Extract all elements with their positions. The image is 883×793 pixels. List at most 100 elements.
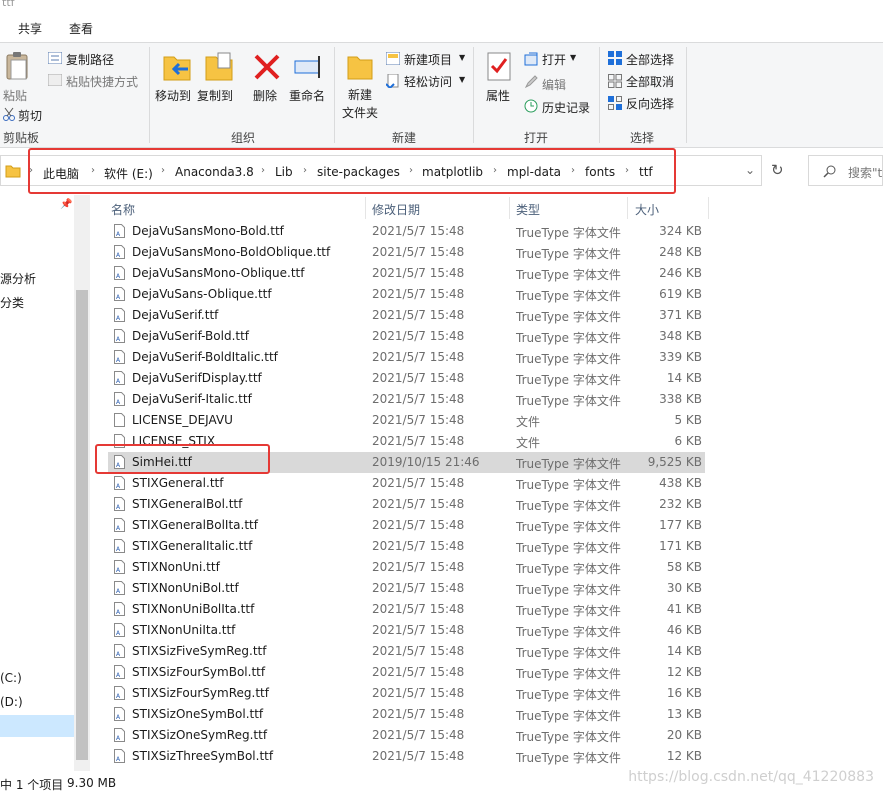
- table-row[interactable]: A DejaVuSerif-Italic.ttf 2021/5/7 15:48 Tru…: [108, 389, 705, 410]
- file-size-cell: 248 KB: [659, 245, 702, 259]
- copy-path-button[interactable]: 复制路径: [66, 51, 114, 68]
- nav-item-drive-d[interactable]: (D:): [0, 695, 23, 709]
- edit-button[interactable]: 编辑: [542, 76, 566, 93]
- new-folder-label-1[interactable]: 新建: [348, 86, 372, 103]
- copy-to-button[interactable]: 复制到: [197, 87, 233, 104]
- table-row[interactable]: A DejaVuSerif-BoldItalic.ttf 2021/5/7 15:4…: [108, 347, 705, 368]
- nav-item-drive-c[interactable]: (C:): [0, 671, 22, 685]
- file-name-cell: DejaVuSerif-BoldItalic.ttf: [132, 350, 278, 364]
- file-size-cell: 338 KB: [659, 392, 702, 406]
- column-divider[interactable]: [509, 197, 510, 219]
- history-button[interactable]: 历史记录: [542, 99, 590, 116]
- table-row[interactable]: A STIXSizOneSymReg.ttf 2021/5/7 15:48 TrueT…: [108, 725, 705, 746]
- column-divider[interactable]: [708, 197, 709, 219]
- column-header-date[interactable]: 修改日期: [372, 201, 420, 218]
- table-row[interactable]: A STIXSizFourSymBol.ttf 2021/5/7 15:48 True…: [108, 662, 705, 683]
- delete-button[interactable]: 删除: [253, 87, 277, 104]
- chevron-down-icon[interactable]: ⌄: [745, 163, 755, 177]
- new-folder-label-2[interactable]: 文件夹: [342, 104, 378, 121]
- file-date-cell: 2019/10/15 21:46: [372, 455, 480, 469]
- table-row[interactable]: A STIXNonUniBolIta.ttf 2021/5/7 15:48 TrueT…: [108, 599, 705, 620]
- nav-item-source-analysis[interactable]: 源分析: [0, 270, 36, 287]
- group-label-select: 选择: [630, 131, 655, 145]
- column-header-size[interactable]: 大小: [635, 201, 659, 218]
- table-row[interactable]: A STIXGeneralBolIta.ttf 2021/5/7 15:48 True…: [108, 515, 705, 536]
- edit-icon: [524, 75, 538, 89]
- tab-view[interactable]: 查看: [69, 20, 93, 37]
- file-size-cell: 339 KB: [659, 350, 702, 364]
- font-file-icon: A: [114, 707, 125, 721]
- table-row[interactable]: LICENSE_DEJAVU 2021/5/7 15:48 文件 5 KB: [108, 410, 705, 431]
- paste-button[interactable]: 粘贴: [3, 87, 27, 104]
- font-file-icon: A: [114, 665, 125, 679]
- status-selection-size: 9.30 MB: [67, 776, 117, 790]
- open-button[interactable]: 打开: [542, 51, 566, 68]
- chevron-down-icon[interactable]: ▼: [459, 75, 465, 84]
- table-row[interactable]: A STIXGeneralItalic.ttf 2021/5/7 15:48 True…: [108, 536, 705, 557]
- table-row[interactable]: A STIXNonUniIta.ttf 2021/5/7 15:48 TrueType…: [108, 620, 705, 641]
- chevron-down-icon[interactable]: ▼: [459, 53, 465, 62]
- file-name-cell: DejaVuSerif-Italic.ttf: [132, 392, 252, 406]
- table-row[interactable]: A STIXSizFiveSymReg.ttf 2021/5/7 15:48 True…: [108, 641, 705, 662]
- file-name-cell: DejaVuSansMono-Bold.ttf: [132, 224, 284, 238]
- invert-selection-button[interactable]: 反向选择: [626, 95, 674, 112]
- column-divider[interactable]: [365, 197, 366, 219]
- file-size-cell: 12 KB: [666, 749, 702, 763]
- rename-button[interactable]: 重命名: [289, 87, 325, 104]
- paste-shortcut-button[interactable]: 粘贴快捷方式: [66, 73, 138, 90]
- table-row[interactable]: A STIXSizFourSymReg.ttf 2021/5/7 15:48 True…: [108, 683, 705, 704]
- properties-button[interactable]: 属性: [486, 87, 510, 104]
- table-row[interactable]: A DejaVuSansMono-Oblique.ttf 2021/5/7 15:4…: [108, 263, 705, 284]
- ribbon-tabs: 共享 查看: [0, 14, 883, 42]
- address-bar[interactable]: › 此电脑 › 软件 (E:) › Anaconda3.8 › Lib › si…: [0, 148, 762, 194]
- file-type-cell: TrueType 字体文件: [516, 478, 621, 492]
- select-all-button[interactable]: 全部选择: [626, 51, 674, 68]
- nav-item-category[interactable]: 分类: [0, 294, 24, 311]
- file-type-cell: TrueType 字体文件: [516, 730, 621, 744]
- tab-share[interactable]: 共享: [18, 20, 42, 37]
- file-type-cell: TrueType 字体文件: [516, 289, 621, 303]
- table-row[interactable]: A DejaVuSans-Oblique.ttf 2021/5/7 15:48 Tru…: [108, 284, 705, 305]
- easy-access-button[interactable]: 轻松访问: [404, 73, 452, 90]
- search-box[interactable]: 搜索"t: [808, 155, 883, 186]
- table-row[interactable]: A DejaVuSerif.ttf 2021/5/7 15:48 TrueType 字…: [108, 305, 705, 326]
- column-divider[interactable]: [627, 197, 628, 219]
- nav-item-selected[interactable]: [0, 715, 74, 737]
- refresh-icon[interactable]: ↻: [771, 161, 784, 179]
- nav-scrollbar-thumb[interactable]: [76, 290, 88, 760]
- font-file-icon: A: [114, 266, 125, 280]
- column-header-type[interactable]: 类型: [516, 201, 540, 218]
- new-item-button[interactable]: 新建项目: [404, 51, 452, 68]
- file-date-cell: 2021/5/7 15:48: [372, 371, 465, 385]
- file-icon: [114, 413, 125, 427]
- paste-icon[interactable]: [4, 51, 30, 81]
- navigation-pane: 📌 源分析 分类 (C:) (D:): [0, 195, 92, 771]
- file-size-cell: 246 KB: [659, 266, 702, 280]
- table-row[interactable]: A STIXSizOneSymBol.ttf 2021/5/7 15:48 TrueT…: [108, 704, 705, 725]
- move-to-button[interactable]: 移动到: [155, 87, 191, 104]
- file-size-cell: 16 KB: [666, 686, 702, 700]
- group-label-open: 打开: [524, 131, 549, 145]
- select-none-button[interactable]: 全部取消: [626, 73, 674, 90]
- file-type-cell: TrueType 字体文件: [516, 688, 621, 702]
- font-file-icon: A: [114, 539, 125, 553]
- table-row[interactable]: A STIXSizThreeSymBol.ttf 2021/5/7 15:48 Tru…: [108, 746, 705, 767]
- file-size-cell: 5 KB: [674, 413, 702, 427]
- pin-icon[interactable]: 📌: [60, 199, 72, 210]
- column-header-name[interactable]: 名称: [111, 201, 135, 218]
- table-row[interactable]: A STIXNonUni.ttf 2021/5/7 15:48 TrueType 字体…: [108, 557, 705, 578]
- table-row[interactable]: A DejaVuSansMono-Bold.ttf 2021/5/7 15:48 Tr…: [108, 221, 705, 242]
- ribbon-divider: [599, 47, 600, 143]
- table-row[interactable]: A DejaVuSansMono-BoldOblique.ttf 2021/5/7 …: [108, 242, 705, 263]
- table-row[interactable]: A DejaVuSerifDisplay.ttf 2021/5/7 15:48 Tru…: [108, 368, 705, 389]
- table-row[interactable]: A STIXNonUniBol.ttf 2021/5/7 15:48 TrueType…: [108, 578, 705, 599]
- chevron-down-icon[interactable]: ▼: [570, 53, 576, 62]
- file-date-cell: 2021/5/7 15:48: [372, 665, 465, 679]
- cut-button[interactable]: 剪切: [18, 107, 42, 124]
- address-bar-area: › 此电脑 › 软件 (E:) › Anaconda3.8 › Lib › si…: [0, 148, 883, 194]
- table-row[interactable]: A STIXGeneralBol.ttf 2021/5/7 15:48 TrueTyp…: [108, 494, 705, 515]
- table-row[interactable]: A DejaVuSerif-Bold.ttf 2021/5/7 15:48 TrueT…: [108, 326, 705, 347]
- delete-icon: [254, 54, 280, 80]
- table-row[interactable]: A STIXGeneral.ttf 2021/5/7 15:48 TrueType 字…: [108, 473, 705, 494]
- file-name-cell: LICENSE_DEJAVU: [132, 413, 233, 427]
